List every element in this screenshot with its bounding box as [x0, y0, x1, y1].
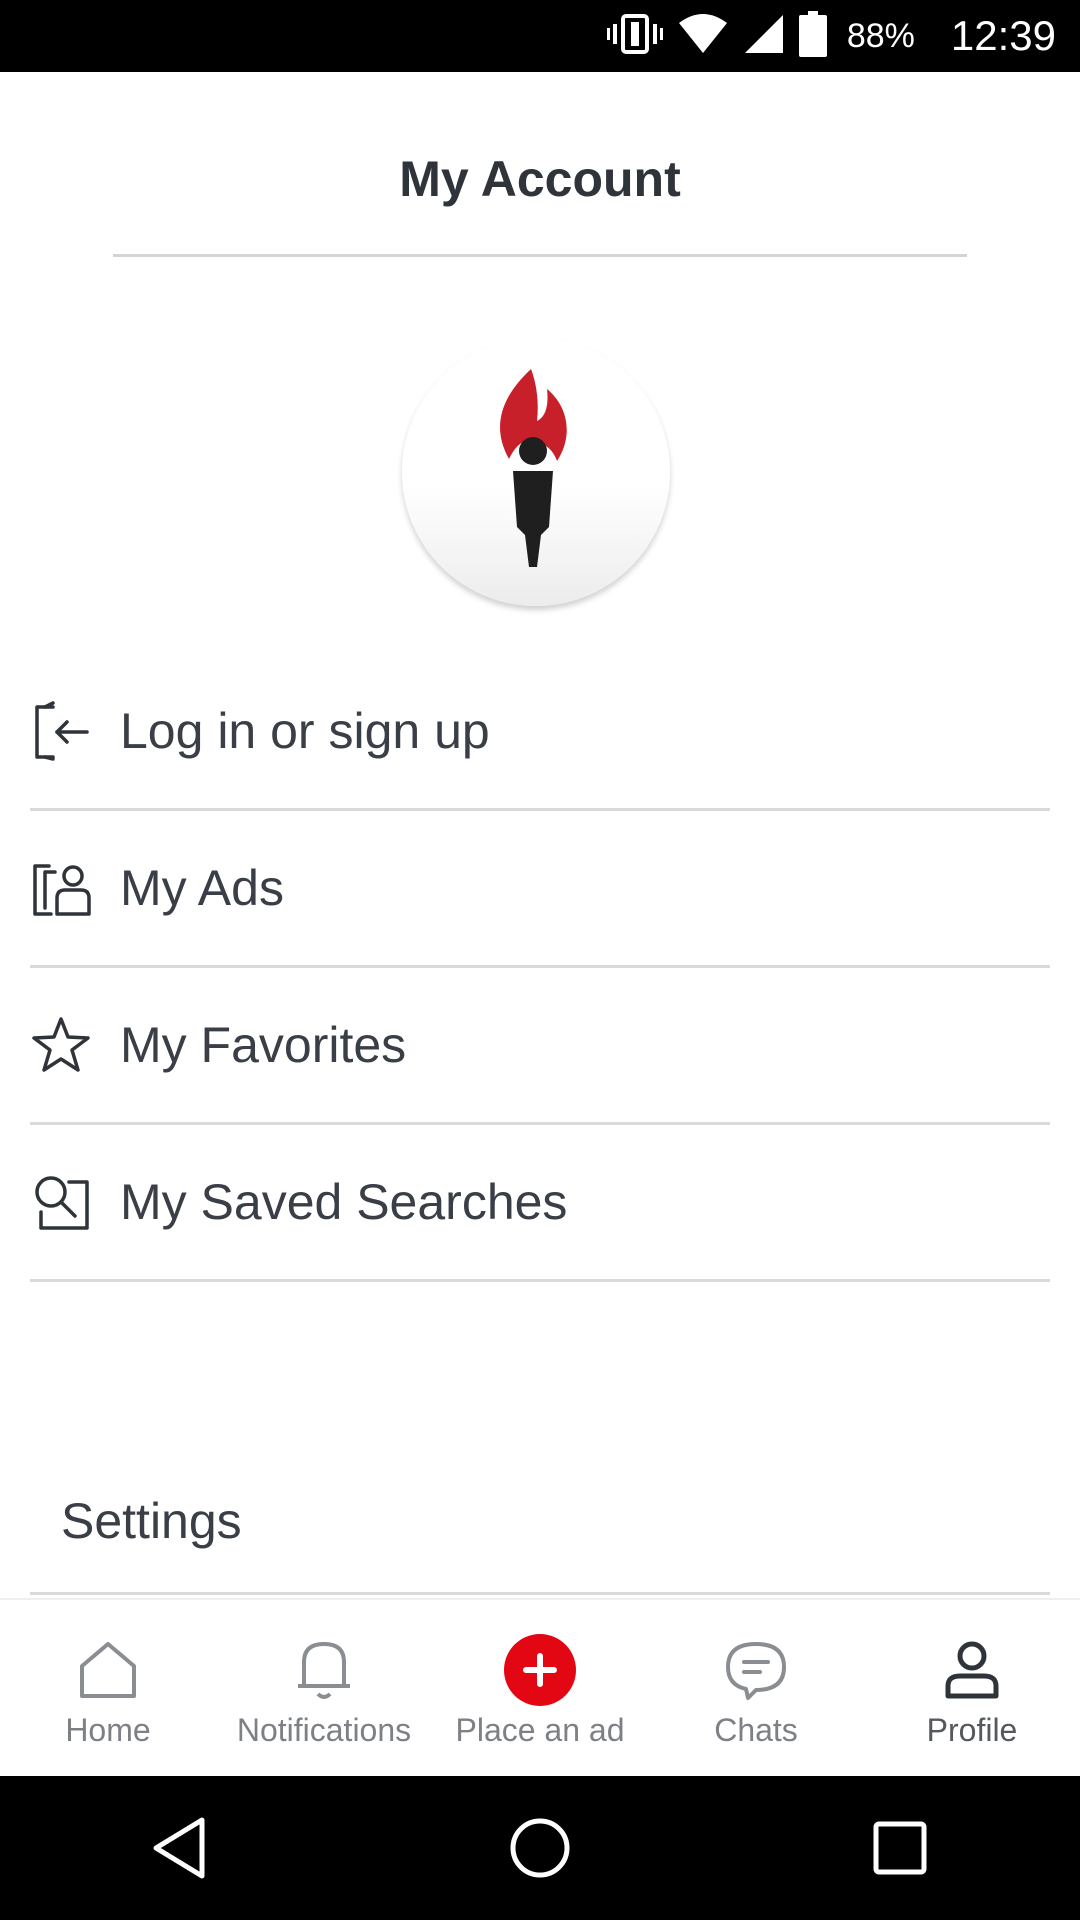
home-icon — [78, 1638, 138, 1702]
system-nav-bar — [0, 1776, 1080, 1920]
bottom-nav: Home Notifications Place an ad Chats Pro… — [0, 1598, 1080, 1778]
wifi-icon — [677, 13, 729, 60]
home-button-icon[interactable] — [495, 1803, 585, 1893]
star-icon — [30, 1014, 92, 1076]
menu-item-label: Log in or sign up — [120, 703, 490, 759]
plus-circle-icon — [504, 1634, 576, 1706]
recents-icon[interactable] — [855, 1803, 945, 1893]
page-title: My Account — [399, 151, 681, 207]
torch-icon — [500, 369, 567, 567]
menu-item-login[interactable]: Log in or sign up — [30, 654, 1050, 811]
title-divider — [113, 254, 967, 257]
my-ads-icon — [30, 857, 92, 919]
nav-place-ad[interactable]: Place an ad — [432, 1600, 648, 1778]
settings-row[interactable]: Settings — [30, 1450, 1050, 1595]
torch-logo — [402, 338, 670, 606]
nav-label: Profile — [926, 1712, 1018, 1748]
nav-label: Notifications — [236, 1712, 412, 1748]
settings-label: Settings — [61, 1493, 242, 1549]
nav-notifications[interactable]: Notifications — [216, 1600, 432, 1778]
signal-icon — [743, 13, 785, 60]
vibrate-icon — [606, 12, 663, 61]
nav-home[interactable]: Home — [0, 1600, 216, 1778]
status-icons: 88% 12:39 — [606, 0, 1056, 72]
login-icon — [30, 700, 92, 762]
chat-icon — [724, 1638, 788, 1702]
menu-item-label: My Ads — [120, 860, 284, 916]
menu-item-saved-searches[interactable]: My Saved Searches — [30, 1125, 1050, 1282]
account-menu: Log in or sign up My Ads My Favorites My… — [30, 654, 1050, 1282]
nav-label: Chats — [714, 1712, 798, 1748]
nav-label: Home — [65, 1712, 151, 1748]
menu-item-label: My Favorites — [120, 1017, 407, 1073]
menu-item-label: My Saved Searches — [120, 1174, 568, 1230]
bell-icon — [294, 1638, 354, 1702]
profile-icon — [944, 1638, 1000, 1702]
battery-percent: 88% — [846, 16, 915, 55]
clock: 12:39 — [950, 12, 1056, 59]
nav-profile[interactable]: Profile — [864, 1600, 1080, 1778]
saved-search-icon — [30, 1171, 92, 1233]
menu-item-favorites[interactable]: My Favorites — [30, 968, 1050, 1125]
menu-item-my-ads[interactable]: My Ads — [30, 811, 1050, 968]
status-bar: 88% 12:39 — [0, 0, 1080, 72]
back-icon[interactable] — [135, 1803, 225, 1893]
battery-icon — [798, 10, 827, 62]
nav-label: Place an ad — [455, 1712, 625, 1748]
nav-chats[interactable]: Chats — [648, 1600, 864, 1778]
